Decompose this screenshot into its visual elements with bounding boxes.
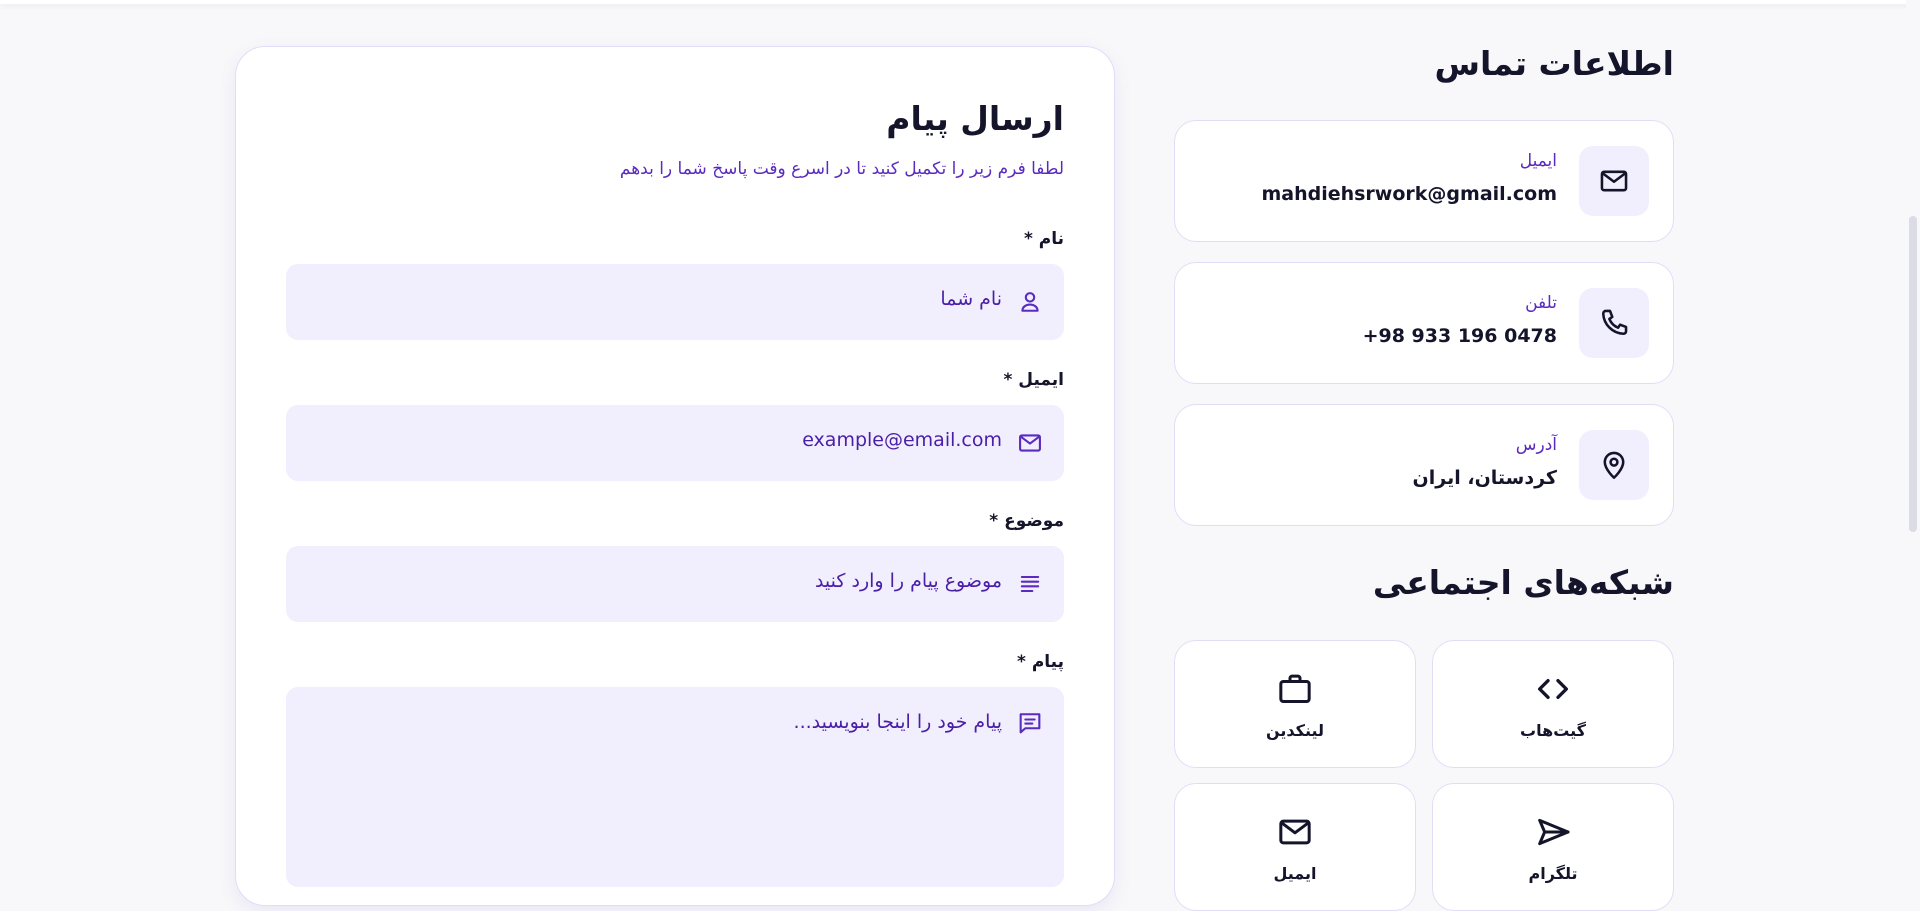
user-icon: [1016, 288, 1044, 316]
message-placeholder: پیام خود را اینجا بنویسید...: [793, 711, 1002, 733]
contact-address-card[interactable]: آدرس کردستان، ایران: [1174, 404, 1674, 526]
social-linkedin-label: لینکدین: [1265, 721, 1325, 740]
contact-email-label: ایمیل: [1519, 151, 1557, 171]
mail-icon: [1597, 164, 1631, 198]
contact-phone-card[interactable]: تلفن +98 933 196 0478: [1174, 262, 1674, 384]
top-bar: [0, 0, 1920, 4]
name-input[interactable]: نام شما: [286, 264, 1064, 340]
message-icon: [1016, 709, 1044, 737]
social-github-label: گیت‌هاب: [1520, 721, 1586, 740]
name-label: نام *: [1023, 229, 1064, 249]
scrollbar-thumb[interactable]: [1909, 216, 1917, 532]
contact-email-card[interactable]: ایمیل mahdiehsrwork@gmail.com: [1174, 120, 1674, 242]
social-linkedin-card[interactable]: لینکدین: [1174, 640, 1416, 768]
email-input[interactable]: example@email.com: [286, 405, 1064, 481]
social-email-card[interactable]: ایمیل: [1174, 783, 1416, 911]
form-subtitle: لطفا فرم زیر را تکمیل کنید تا در اسرع وق…: [619, 159, 1064, 179]
contact-phone-label: تلفن: [1525, 293, 1557, 313]
message-textarea[interactable]: پیام خود را اینجا بنویسید...: [286, 687, 1064, 887]
email-placeholder: example@email.com: [802, 429, 1002, 451]
mail-icon: [1275, 812, 1315, 852]
social-email-label: ایمیل: [1273, 864, 1317, 883]
social-telegram-card[interactable]: تلگرام: [1432, 783, 1674, 911]
subject-label: موضوع *: [989, 511, 1064, 531]
briefcase-icon: [1275, 669, 1315, 709]
name-placeholder: نام شما: [940, 288, 1002, 310]
contact-email-icon-box: [1579, 146, 1649, 216]
mail-icon: [1016, 429, 1044, 457]
form-title: ارسال پیام: [886, 99, 1064, 138]
send-icon: [1533, 812, 1573, 852]
contact-address-icon-box: [1579, 430, 1649, 500]
subject-input[interactable]: موضوع پیام را وارد کنید: [286, 546, 1064, 622]
contact-address-value: کردستان، ایران: [1412, 467, 1557, 489]
location-pin-icon: [1597, 448, 1631, 482]
contact-email-value: mahdiehsrwork@gmail.com: [1261, 183, 1557, 205]
subject-icon: [1016, 570, 1044, 598]
contact-address-label: آدرس: [1515, 435, 1557, 455]
contact-form-card: ارسال پیام لطفا فرم زیر را تکمیل کنید تا…: [235, 46, 1115, 906]
email-label: ایمیل *: [1003, 370, 1064, 390]
page-scrollbar[interactable]: [1906, 0, 1920, 870]
phone-icon: [1597, 306, 1631, 340]
message-label: پیام *: [1017, 652, 1064, 672]
subject-placeholder: موضوع پیام را وارد کنید: [814, 570, 1002, 592]
social-telegram-label: تلگرام: [1528, 864, 1578, 883]
contact-info-title: اطلاعات تماس: [1434, 44, 1674, 83]
code-icon: [1533, 669, 1573, 709]
social-title: شبکه‌های اجتماعی: [1372, 563, 1674, 602]
contact-phone-value: +98 933 196 0478: [1362, 325, 1557, 347]
social-github-card[interactable]: گیت‌هاب: [1432, 640, 1674, 768]
contact-phone-icon-box: [1579, 288, 1649, 358]
